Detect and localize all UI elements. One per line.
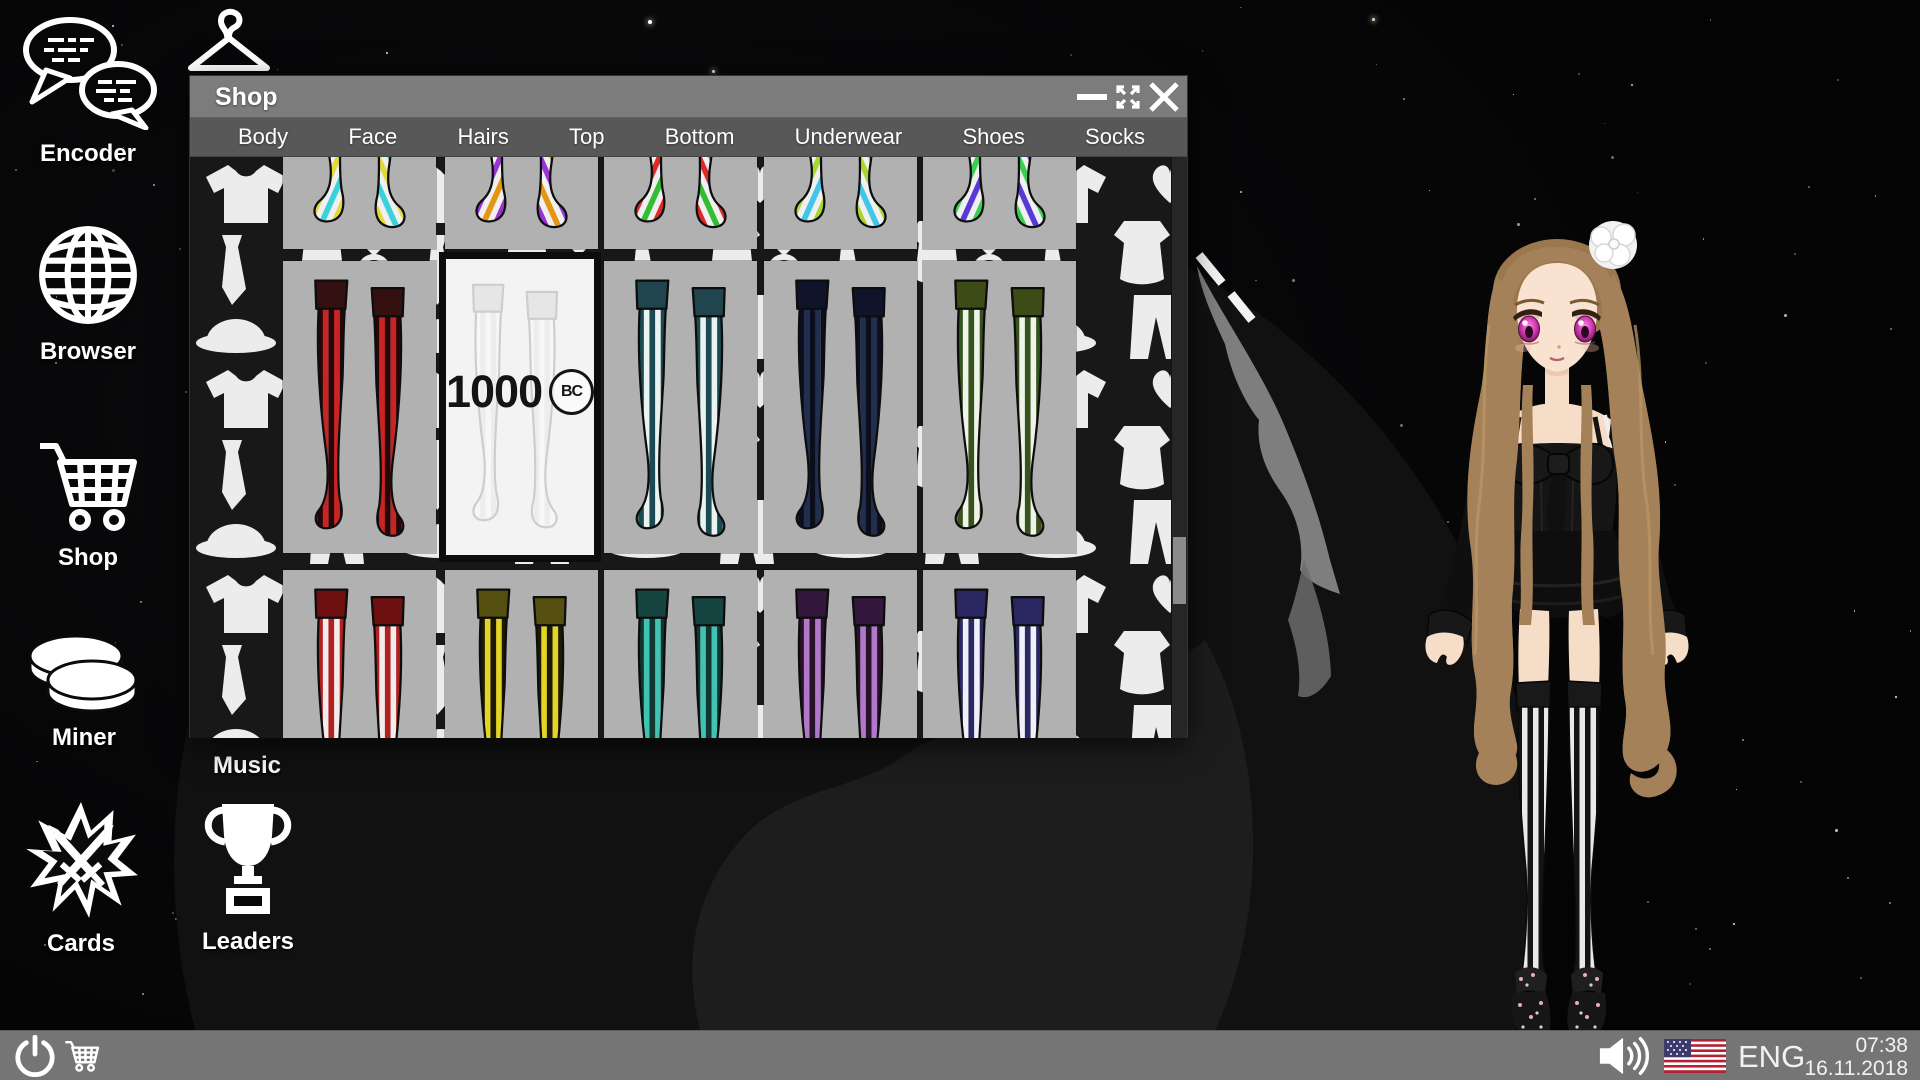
hanger-icon <box>188 8 270 71</box>
shop-item[interactable] <box>923 570 1076 738</box>
shop-item[interactable] <box>445 570 598 738</box>
shop-item[interactable] <box>283 261 436 553</box>
volume-icon <box>1599 1036 1650 1076</box>
avatar-striped-stocking-right <box>1568 706 1601 988</box>
maximize-button[interactable] <box>1109 76 1147 117</box>
stocking-pair-image <box>795 588 886 738</box>
stocking-pair-image <box>475 157 568 229</box>
shop-window-titlebar[interactable]: Shop <box>190 76 1187 118</box>
stocking-pair-image <box>313 157 406 229</box>
shop-item[interactable] <box>764 261 917 553</box>
stocking-pair-image <box>795 279 886 537</box>
stocking-pair-image <box>635 279 726 537</box>
shopping-cart-icon <box>40 443 137 531</box>
speech-bubbles-code-icon <box>23 17 157 130</box>
stocking-pair-image <box>635 588 726 738</box>
shop-tabbar: Body Face Hairs Top Bottom Underwear Shoes Sock… <box>190 118 1187 157</box>
price-amount: 1000 <box>446 365 543 417</box>
avatar-rose-accessory <box>1589 221 1637 269</box>
desktop-icon-label: Browser <box>39 338 137 365</box>
shop-item[interactable] <box>604 261 757 553</box>
trophy-icon <box>204 804 292 914</box>
desktop-icon-shop[interactable]: Shop <box>36 438 140 572</box>
shop-item[interactable] <box>604 570 757 738</box>
language-selector[interactable]: ENG <box>1738 1039 1805 1075</box>
desktop-icon-cards[interactable]: Cards <box>24 800 138 958</box>
stocking-pair-image <box>476 588 567 738</box>
shop-item[interactable] <box>283 570 436 738</box>
avatar-preview <box>1425 221 1689 1037</box>
shop-window: Shop Body Face Hairs Top Bottom Underwea… <box>190 76 1187 738</box>
avatar-right-shoe <box>1567 967 1607 1037</box>
tab-hairs[interactable]: Hairs <box>457 124 508 150</box>
scrollbar-track[interactable] <box>1171 157 1187 738</box>
desktop-icon-label: Music <box>212 752 281 779</box>
stocking-pair-image <box>954 279 1045 537</box>
stocking-pair-image <box>314 588 405 738</box>
us-flag-icon[interactable] <box>1664 1039 1726 1073</box>
coins-icon <box>28 634 138 713</box>
tab-bottom[interactable]: Bottom <box>665 124 735 150</box>
shop-item[interactable] <box>764 157 917 249</box>
desktop-icon-label: Shop <box>58 544 118 571</box>
tab-top[interactable]: Top <box>569 124 604 150</box>
minimize-button[interactable] <box>1073 76 1111 117</box>
desktop-icon-label: Miner <box>51 724 116 751</box>
desktop-icon-label: Leaders <box>201 928 295 955</box>
close-icon <box>1149 81 1179 112</box>
stocking-pair-image <box>634 157 727 229</box>
desktop-icon-encoder[interactable]: Encoder <box>18 14 158 168</box>
tab-face[interactable]: Face <box>348 124 397 150</box>
clock: 07:38 16.11.2018 <box>1804 1034 1908 1080</box>
shop-item[interactable] <box>923 261 1076 553</box>
desktop-icon-label: Cards <box>46 930 116 957</box>
stocking-pair-image <box>954 588 1045 738</box>
shop-item-selected[interactable]: 1000 BC <box>439 252 601 562</box>
cart-icon <box>65 1040 100 1072</box>
volume-button[interactable] <box>1598 1031 1650 1080</box>
avatar-striped-stocking-left <box>1517 706 1550 988</box>
desktop-root: Encoder Browser Shop Miner Cards Music L… <box>0 0 1920 1080</box>
desktop-icon-label: Encoder <box>39 140 137 167</box>
tab-underwear[interactable]: Underwear <box>795 124 903 150</box>
stocking-pair-image <box>794 157 887 229</box>
power-icon <box>15 1035 55 1077</box>
desktop-icon-miner[interactable]: Miner <box>26 622 142 752</box>
expand-icon <box>1116 84 1140 109</box>
stocking-pair-image <box>953 157 1046 229</box>
shop-item[interactable] <box>604 157 757 249</box>
shop-item[interactable] <box>764 570 917 738</box>
globe-icon <box>39 226 137 324</box>
stocking-pair-image <box>314 279 405 537</box>
shop-item[interactable] <box>445 157 598 249</box>
close-button[interactable] <box>1145 76 1183 117</box>
item-price: 1000 BC <box>446 366 594 418</box>
date: 16.11.2018 <box>1804 1057 1908 1080</box>
tab-shoes[interactable]: Shoes <box>962 124 1024 150</box>
window-title: Shop <box>215 83 278 111</box>
shop-content: 1000 BC <box>190 157 1187 738</box>
taskbar-cart-button[interactable] <box>64 1031 100 1080</box>
shop-item[interactable] <box>283 157 436 249</box>
power-button[interactable] <box>14 1031 56 1080</box>
desktop-icon-browser[interactable]: Browser <box>35 222 141 366</box>
taskbar: ENG 07:38 16.11.2018 <box>0 1030 1920 1080</box>
minimize-icon <box>1077 93 1107 100</box>
shop-item[interactable] <box>923 157 1076 249</box>
bc-coin-icon: BC <box>549 368 594 415</box>
avatar-left-shoe <box>1511 967 1551 1037</box>
tab-socks[interactable]: Socks <box>1085 124 1145 150</box>
battle-burst-swords-icon <box>26 802 138 918</box>
desktop-icon-leaders[interactable]: Leaders <box>196 796 300 956</box>
scrollbar-thumb[interactable] <box>1173 537 1186 604</box>
time: 07:38 <box>1855 1034 1908 1057</box>
tab-body[interactable]: Body <box>238 124 288 150</box>
avatar-nose <box>1557 345 1561 349</box>
